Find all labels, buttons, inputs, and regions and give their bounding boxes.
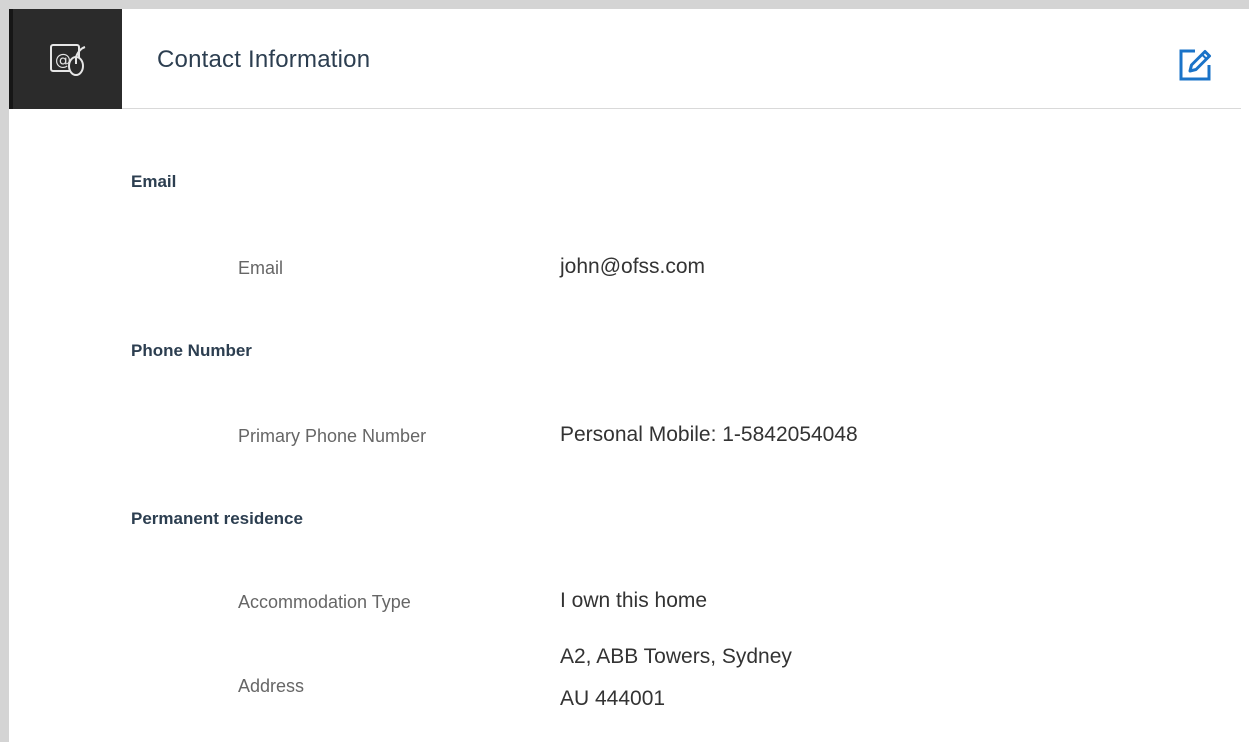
edit-button[interactable] — [1175, 45, 1215, 85]
edit-icon — [1179, 49, 1211, 81]
primary-phone-label: Primary Phone Number — [238, 426, 427, 446]
contact-information-panel: @ Contact Information Email Email john@o… — [9, 9, 1241, 742]
left-divider — [0, 9, 9, 742]
panel-header: @ Contact Information — [9, 9, 1241, 109]
email-mouse-icon: @ — [50, 44, 86, 76]
email-label: Email — [238, 258, 284, 278]
page-title: Contact Information — [157, 46, 371, 73]
section-heading-phone: Phone Number — [131, 341, 252, 360]
section-heading-email: Email — [131, 172, 177, 191]
email-value: john@ofss.com — [560, 255, 706, 278]
address-line-1: A2, ABB Towers, Sydney — [560, 645, 792, 668]
top-divider — [0, 0, 1249, 9]
accommodation-type-value: I own this home — [560, 589, 708, 612]
contact-information-page: @ Contact Information Email Email john@o… — [0, 0, 1249, 742]
primary-phone-value: Personal Mobile: 1-5842054048 — [560, 423, 858, 446]
section-icon-tile: @ — [9, 9, 122, 109]
accommodation-type-label: Accommodation Type — [238, 592, 411, 612]
section-heading-residence: Permanent residence — [131, 509, 303, 528]
address-line-2: AU 444001 — [560, 687, 666, 710]
address-label: Address — [238, 676, 305, 696]
